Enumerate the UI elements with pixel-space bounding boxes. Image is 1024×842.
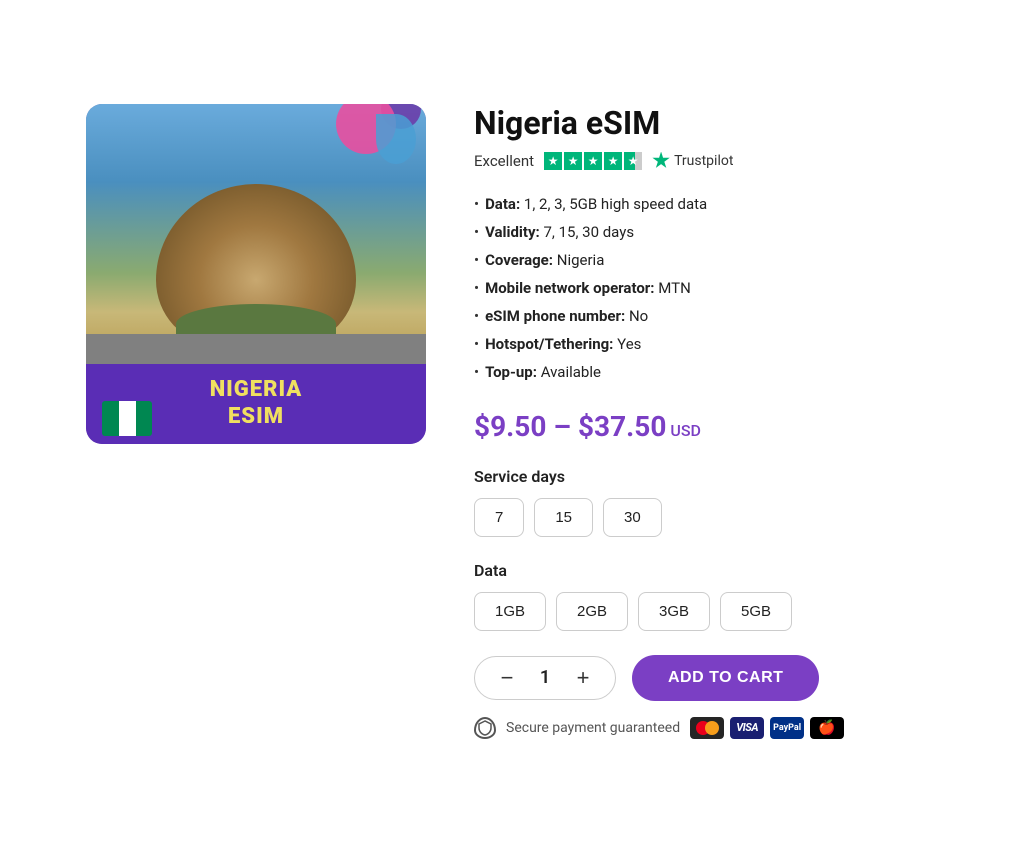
- road: [86, 334, 426, 364]
- trustpilot-stars: ★ ★ ★ ★ ★: [544, 152, 642, 170]
- trustpilot-label: Excellent: [474, 152, 534, 170]
- rock-formation: [156, 184, 356, 344]
- price-min: $9.50: [474, 410, 546, 443]
- trustpilot-star-icon: [652, 152, 670, 170]
- price-max: $37.50: [578, 410, 666, 443]
- payment-icons: VISA PayPal 🍎: [690, 717, 844, 739]
- add-to-cart-button[interactable]: ADD TO CART: [632, 655, 819, 701]
- cart-row: − 1 + ADD TO CART: [474, 655, 938, 701]
- mastercard-icon: [690, 717, 724, 739]
- star-1: ★: [544, 152, 562, 170]
- star-5-half: ★: [624, 152, 642, 170]
- data-options-group: 1GB 2GB 3GB 5GB: [474, 592, 938, 631]
- price-range: $9.50 – $37.50 USD: [474, 410, 938, 443]
- feature-topup: • Top-up: Available: [474, 358, 938, 386]
- data-label: Data: [474, 561, 938, 580]
- quantity-control: − 1 +: [474, 656, 616, 700]
- feature-phone-number: • eSIM phone number: No: [474, 302, 938, 330]
- product-details: Nigeria eSIM Excellent ★ ★ ★ ★ ★ Trustpi…: [474, 104, 938, 739]
- paypal-icon: PayPal: [770, 717, 804, 739]
- service-days-group: 7 15 30: [474, 498, 938, 537]
- star-3: ★: [584, 152, 602, 170]
- secure-payment-row: Secure payment guaranteed VISA PayPal 🍎: [474, 717, 938, 739]
- feature-list: • Data: 1, 2, 3, 5GB high speed data • V…: [474, 190, 938, 386]
- service-days-label: Service days: [474, 467, 938, 486]
- apple-pay-icon: 🍎: [810, 717, 844, 739]
- trustpilot-logo: Trustpilot: [652, 152, 733, 170]
- feature-network: • Mobile network operator: MTN: [474, 274, 938, 302]
- product-image-section: NIGERIA ESIM: [86, 104, 426, 444]
- product-photo: [86, 104, 426, 364]
- feature-coverage: • Coverage: Nigeria: [474, 246, 938, 274]
- feature-hotspot: • Hotspot/Tethering: Yes: [474, 330, 938, 358]
- banner-text: NIGERIA ESIM: [210, 377, 303, 430]
- service-day-7[interactable]: 7: [474, 498, 524, 537]
- trustpilot-name: Trustpilot: [674, 153, 733, 169]
- secure-payment-label: Secure payment guaranteed: [506, 720, 680, 736]
- quantity-increase-button[interactable]: +: [571, 667, 595, 689]
- price-currency: USD: [666, 421, 701, 440]
- quantity-decrease-button[interactable]: −: [495, 667, 519, 689]
- service-day-30[interactable]: 30: [603, 498, 662, 537]
- data-option-1gb[interactable]: 1GB: [474, 592, 546, 631]
- product-page: NIGERIA ESIM Nigeria eSIM Excellent ★ ★ …: [62, 64, 962, 779]
- nigeria-flag: [102, 401, 152, 436]
- data-option-2gb[interactable]: 2GB: [556, 592, 628, 631]
- shield-icon: [474, 717, 496, 739]
- star-4: ★: [604, 152, 622, 170]
- product-title: Nigeria eSIM: [474, 104, 938, 142]
- quantity-value: 1: [535, 667, 555, 688]
- visa-icon: VISA: [730, 717, 764, 739]
- flag-right: [136, 401, 153, 436]
- feature-validity: • Validity: 7, 15, 30 days: [474, 218, 938, 246]
- flag-center: [119, 401, 136, 436]
- star-2: ★: [564, 152, 582, 170]
- trustpilot-row: Excellent ★ ★ ★ ★ ★ Trustpilot: [474, 152, 938, 170]
- data-option-5gb[interactable]: 5GB: [720, 592, 792, 631]
- data-option-3gb[interactable]: 3GB: [638, 592, 710, 631]
- product-banner: NIGERIA ESIM: [86, 364, 426, 444]
- deco-blue: [376, 114, 416, 164]
- feature-data: • Data: 1, 2, 3, 5GB high speed data: [474, 190, 938, 218]
- product-image-card: NIGERIA ESIM: [86, 104, 426, 444]
- service-day-15[interactable]: 15: [534, 498, 593, 537]
- flag-left: [102, 401, 119, 436]
